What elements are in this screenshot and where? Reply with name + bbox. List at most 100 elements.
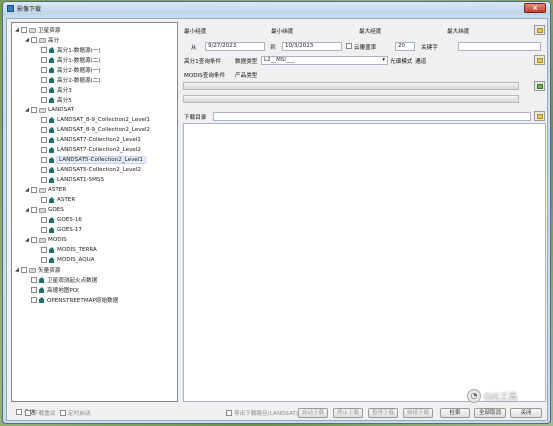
checkbox[interactable] xyxy=(31,207,37,213)
mode-label: 光谱模式 xyxy=(390,58,413,65)
checkbox[interactable] xyxy=(41,117,47,123)
checkbox[interactable] xyxy=(41,177,47,183)
checkbox[interactable] xyxy=(41,137,47,143)
checkbox[interactable] xyxy=(41,157,47,163)
resource-tree[interactable]: ◢ 卫星资源 ◢ 高分 高分1-数据源(一) 高分1-数据源(二) 高分2-数据源(一) 高分… xyxy=(11,22,178,402)
tree-node[interactable]: ◢ 卫星资源 xyxy=(14,25,60,35)
auto-start-checkbox[interactable]: 定时启动 xyxy=(59,409,90,417)
checkbox[interactable] xyxy=(41,147,47,153)
tree-node[interactable]: ◢ 高分 xyxy=(24,35,59,45)
dtype-select[interactable]: L2__MSI___ ▾ xyxy=(261,56,388,65)
log-area[interactable] xyxy=(183,123,546,402)
download-dir-input[interactable] xyxy=(213,112,531,121)
checkbox[interactable] xyxy=(31,237,37,243)
tree-node[interactable]: LANDSAT_8-9_Collection2_Level1 xyxy=(34,115,150,125)
cancel-all-button[interactable]: 全部取消 xyxy=(474,408,506,418)
tree-node[interactable]: LANDSAT5-Collection2_Level2 xyxy=(34,165,141,175)
continue-download-button[interactable]: 继续下载 xyxy=(403,408,433,418)
tree-node[interactable]: ◢ 矢量资源 xyxy=(14,265,60,275)
checkbox[interactable] xyxy=(41,67,47,73)
pause-download-button[interactable]: 暂停下载 xyxy=(368,408,398,418)
folder-icon xyxy=(39,187,46,193)
collapse-icon[interactable]: ◢ xyxy=(24,237,30,243)
tree-node-label: GOES xyxy=(48,207,64,213)
layer-icon xyxy=(49,157,54,163)
tree-node[interactable]: MODIS_TERRA xyxy=(34,245,97,255)
checkbox[interactable] xyxy=(41,47,47,53)
window-title: 影像下载 xyxy=(17,6,42,13)
checkbox[interactable] xyxy=(60,410,66,416)
tree-node[interactable]: ◢ LANDSAT xyxy=(24,105,74,115)
checkbox[interactable] xyxy=(21,27,27,33)
collapse-icon[interactable]: ◢ xyxy=(24,187,30,193)
search-query-button[interactable]: 检索 xyxy=(440,408,470,418)
resume-checkbox[interactable]: 下载重试 xyxy=(24,409,55,417)
checkbox[interactable] xyxy=(41,127,47,133)
tree-node[interactable]: 高分2-数据源(一) xyxy=(34,65,101,75)
checkbox[interactable] xyxy=(21,267,27,273)
download-dir-button[interactable] xyxy=(534,111,545,121)
tree-node[interactable]: LANDSAT7-Collection2_Level2 xyxy=(34,145,141,155)
map-select-button[interactable] xyxy=(534,25,545,35)
tree-node[interactable]: MODIS_AQUA xyxy=(34,255,95,265)
tree-node[interactable]: ◢ MODIS xyxy=(24,235,67,245)
close-button[interactable]: 关闭 xyxy=(510,408,542,418)
checkbox[interactable] xyxy=(31,187,37,193)
tree-node[interactable]: GOES-16 xyxy=(34,215,82,225)
tree-node[interactable]: ◢ ASTER xyxy=(24,185,66,195)
auto-start-label: 定时启动 xyxy=(68,411,91,417)
stop-download-button[interactable]: 停止下载 xyxy=(333,408,363,418)
tree-node[interactable]: ASTER xyxy=(34,195,75,205)
tree-node-label: 高德地图POI xyxy=(47,288,79,294)
checkbox[interactable] xyxy=(31,287,37,293)
start-download-button[interactable]: 启动下载 xyxy=(298,408,328,418)
tree-node[interactable]: 高分2-数据源(二) xyxy=(34,75,101,85)
collapse-icon[interactable]: ◢ xyxy=(14,27,20,33)
layer-icon xyxy=(49,67,54,73)
tree-node[interactable]: OPENSTREETMAP原始数据 xyxy=(24,295,118,305)
cloud-input[interactable]: 20 xyxy=(395,42,415,51)
gaofen-folder-button[interactable] xyxy=(534,55,545,65)
from-date-input[interactable]: 9/27/2023 xyxy=(205,42,265,51)
main-window: 影像下载 × ◢ 卫星资源 ◢ 高分 高分1-数据源(一) 高分1-数据源(二) 高分2-数… xyxy=(2,1,551,424)
download-dir-row: 下载目录 xyxy=(183,111,546,122)
tree-node[interactable]: 卫星观测起火点数据 xyxy=(24,275,97,285)
export-paths-checkbox[interactable]: 导出下载路径(LANDSAT) xyxy=(225,409,298,417)
tree-node[interactable]: 高分1-数据源(二) xyxy=(34,55,101,65)
tree-node[interactable]: 高分5 xyxy=(34,95,72,105)
checkbox[interactable] xyxy=(31,277,37,283)
collapse-icon[interactable]: ◢ xyxy=(24,207,30,213)
checkbox[interactable] xyxy=(25,410,31,416)
checkbox[interactable] xyxy=(31,37,37,43)
checkbox[interactable] xyxy=(226,410,232,416)
tree-node[interactable]: LANDSAT_8-9_Collection2_Level2 xyxy=(34,125,150,135)
checkbox[interactable] xyxy=(41,197,47,203)
collapse-icon[interactable]: ◢ xyxy=(24,107,30,113)
checkbox[interactable] xyxy=(31,297,37,303)
checkbox[interactable] xyxy=(41,167,47,173)
tree-node[interactable]: GOES-17 xyxy=(34,225,82,235)
tree-node[interactable]: 高德地图POI xyxy=(24,285,79,295)
tree-node[interactable]: LANDSAT1-5MSS xyxy=(34,175,104,185)
checkbox[interactable] xyxy=(41,257,47,263)
to-date-input[interactable]: 10/3/2023 xyxy=(282,42,342,51)
tree-node[interactable]: ◢ GOES xyxy=(24,205,64,215)
tree-node[interactable]: 高分3 xyxy=(34,85,72,95)
checkbox[interactable] xyxy=(41,97,47,103)
checkbox[interactable] xyxy=(41,77,47,83)
checkbox[interactable] xyxy=(41,227,47,233)
collapse-icon[interactable]: ◢ xyxy=(14,267,20,273)
checkbox[interactable] xyxy=(41,87,47,93)
checkbox[interactable] xyxy=(41,217,47,223)
checkbox[interactable] xyxy=(41,57,47,63)
search-button[interactable] xyxy=(534,81,545,91)
cloud-checkbox[interactable] xyxy=(346,43,352,49)
checkbox[interactable] xyxy=(41,247,47,253)
checkbox[interactable] xyxy=(31,107,37,113)
tree-node[interactable]: LANDSAT7-Collection2_Level1 xyxy=(34,135,141,145)
tree-node[interactable]: 高分1-数据源(一) xyxy=(34,45,101,55)
collapse-icon[interactable]: ◢ xyxy=(24,37,30,43)
tree-node[interactable]: LANDSAT5-Collection2_Level1 xyxy=(34,155,146,165)
close-window-button[interactable]: × xyxy=(524,3,546,13)
keyword-input[interactable] xyxy=(458,42,541,51)
